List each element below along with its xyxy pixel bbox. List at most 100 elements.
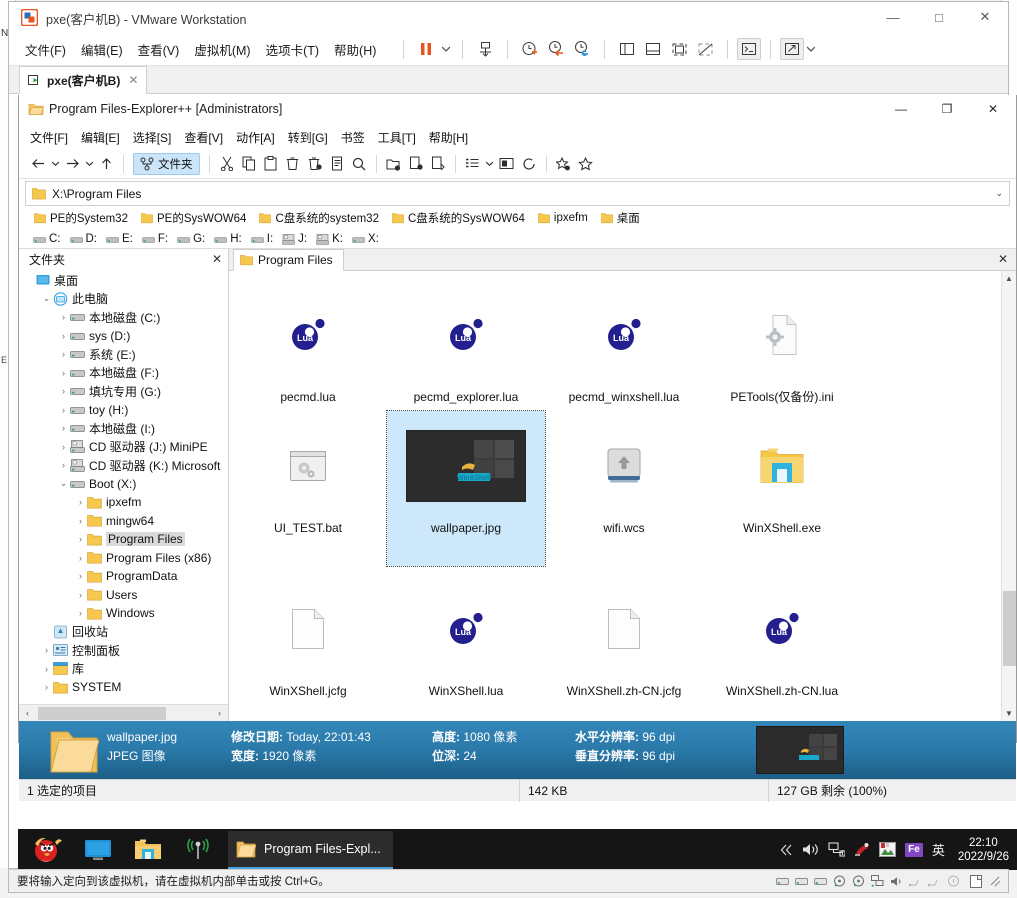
file-scroll-thumb[interactable] (1003, 591, 1016, 666)
vmware-maximize-button[interactable]: □ (916, 2, 962, 32)
drive-item-8[interactable]: K: (312, 233, 347, 245)
tree-expand-icon[interactable]: › (57, 312, 70, 322)
explorer-menu-actions[interactable]: 动作[A] (236, 129, 275, 146)
fe-badge-icon[interactable]: Fe (905, 842, 923, 857)
tree-pane-close-icon[interactable]: ✕ (212, 252, 222, 266)
tree-collapse-icon[interactable]: ⌄ (57, 478, 70, 489)
delete-permanently-icon[interactable] (304, 153, 326, 175)
back-caret-down-icon[interactable] (49, 153, 61, 175)
drive-item-1[interactable]: D: (66, 233, 102, 245)
views-caret-down-icon[interactable] (484, 153, 496, 175)
drive-item-2[interactable]: E: (102, 233, 137, 245)
delete-icon[interactable] (282, 153, 304, 175)
tree-expand-icon[interactable]: › (74, 516, 87, 526)
tree-expand-icon[interactable]: › (57, 460, 70, 470)
tree-expand-icon[interactable]: › (57, 423, 70, 433)
file-item-10[interactable]: WinXShell.zh-CN.jcfg (545, 574, 703, 729)
usb-eject-icon[interactable] (854, 842, 870, 857)
resize-grip-icon[interactable] (988, 874, 1002, 888)
folders-toggle-button[interactable]: 文件夹 (133, 152, 200, 175)
vmware-menu-edit[interactable]: 编辑(E) (81, 40, 123, 59)
bookmark-item-2[interactable]: C盘系统的system32 (254, 209, 384, 227)
bookmarks-icon[interactable] (575, 153, 597, 175)
file-tab-program-files[interactable]: Program Files (233, 249, 344, 271)
views-icon[interactable] (462, 153, 484, 175)
tree-node-10[interactable]: › CD 驱动器 (K:) Microsoft (19, 456, 228, 475)
file-item-7[interactable]: WinXShell.exe (703, 411, 861, 566)
tree-node-7[interactable]: › toy (H:) (19, 401, 228, 420)
explorer-menu-edit[interactable]: 编辑[E] (81, 129, 120, 146)
vmware-tab-close-icon[interactable]: ✕ (128, 73, 138, 87)
tree-node-15[interactable]: › Program Files (x86) (19, 549, 228, 568)
explorer-menu-help[interactable]: 帮助[H] (429, 129, 468, 146)
vmware-menu-help[interactable]: 帮助(H) (334, 40, 376, 59)
tree-node-8[interactable]: › 本地磁盘 (I:) (19, 419, 228, 438)
explorer-titlebar[interactable]: Program Files-Explorer++ [Administrators… (19, 95, 1016, 125)
explorer-menu-file[interactable]: 文件[F] (30, 129, 68, 146)
harddisk3-status-icon[interactable] (813, 874, 827, 888)
chevron-left-icon[interactable] (779, 844, 793, 856)
drive-item-3[interactable]: F: (138, 233, 172, 245)
tree-node-17[interactable]: › Users (19, 586, 228, 605)
tree-node-5[interactable]: › 本地磁盘 (F:) (19, 364, 228, 383)
tree-expand-icon[interactable]: › (57, 331, 70, 341)
drive-item-9[interactable]: X: (348, 233, 383, 245)
tree-expand-icon[interactable]: › (40, 682, 53, 692)
vmware-close-button[interactable]: ✕ (962, 2, 1008, 32)
file-item-5[interactable]: WinXShell wallpaper.jpg (386, 410, 546, 567)
network-icon[interactable] (828, 842, 846, 857)
cdrom2-status-icon[interactable] (851, 874, 865, 888)
tree-expand-icon[interactable]: › (40, 664, 53, 674)
manage-snapshots-icon[interactable] (569, 36, 595, 62)
drive-item-5[interactable]: H: (210, 233, 246, 245)
scroll-down-arrow[interactable]: ▼ (1002, 706, 1016, 721)
ime-indicator[interactable]: 英 (932, 840, 945, 859)
file-explorer-icon[interactable] (128, 831, 168, 869)
tree-node-0[interactable]: 桌面 (19, 271, 228, 290)
drive-item-4[interactable]: G: (173, 233, 209, 245)
unity-mode-icon[interactable] (692, 36, 718, 62)
harddisk-status-icon[interactable] (775, 874, 789, 888)
tree-expand-icon[interactable]: › (57, 349, 70, 359)
fullscreen-icon[interactable] (666, 36, 692, 62)
explorer-menu-view[interactable]: 查看[V] (184, 129, 223, 146)
file-item-4[interactable]: UI_TEST.bat (229, 411, 387, 566)
tree-expand-icon[interactable]: › (40, 645, 53, 655)
vmware-menu-view[interactable]: 查看(V) (138, 40, 180, 59)
tree-collapse-icon[interactable]: ⌄ (40, 293, 53, 304)
drive-item-7[interactable]: J: (278, 233, 311, 245)
file-item-11[interactable]: Lua WinXShell.zh-CN.lua (703, 574, 861, 729)
tree-node-6[interactable]: › 填坑专用 (G:) (19, 382, 228, 401)
tree-node-11[interactable]: ⌄ Boot (X:) (19, 475, 228, 494)
tree-node-14[interactable]: › Program Files (19, 530, 228, 549)
pause-icon[interactable] (413, 36, 439, 62)
tree-node-21[interactable]: › 库 (19, 660, 228, 679)
drive-item-0[interactable]: C: (29, 233, 65, 245)
explorer-menu-goto[interactable]: 转到[G] (288, 129, 328, 146)
file-item-9[interactable]: Lua WinXShell.lua (387, 574, 545, 729)
forward-caret-down-icon[interactable] (83, 153, 95, 175)
tree-node-16[interactable]: › ProgramData (19, 567, 228, 586)
scroll-up-arrow[interactable]: ▲ (1002, 271, 1016, 286)
tree-scroll-thumb[interactable] (38, 706, 166, 720)
bookmark-item-4[interactable]: ipxefm (533, 211, 593, 225)
tree-node-19[interactable]: 回收站 (19, 623, 228, 642)
message-log-icon[interactable] (969, 874, 983, 888)
tree-node-18[interactable]: › Windows (19, 604, 228, 623)
tree-horizontal-scrollbar[interactable]: ‹ › (19, 704, 228, 721)
file-list-vertical-scrollbar[interactable]: ▲ ▼ (1001, 271, 1016, 721)
snapshot-manager-icon[interactable] (472, 36, 498, 62)
new-folder-icon[interactable] (383, 153, 405, 175)
network-status-icon[interactable] (870, 874, 884, 888)
tree-expand-icon[interactable]: › (74, 553, 87, 563)
console-icon[interactable] (737, 38, 761, 60)
tree-node-3[interactable]: › sys (D:) (19, 327, 228, 346)
explorer-menu-select[interactable]: 选择[S] (133, 129, 172, 146)
folder-tree[interactable]: 桌面 ⌄ 此电脑 › 本地磁盘 (C:) › sys (D:) › 系统 (E:) › 本地磁盘 (… (19, 271, 228, 703)
wifi-antenna-icon[interactable] (178, 831, 218, 869)
taskbar-clock[interactable]: 22:10 2022/9/26 (958, 836, 1009, 864)
bookmark-item-1[interactable]: PE的SysWOW64 (136, 209, 251, 227)
search-icon[interactable] (348, 153, 370, 175)
bookmark-item-5[interactable]: 桌面 (596, 209, 645, 227)
tree-expand-icon[interactable]: › (57, 405, 70, 415)
